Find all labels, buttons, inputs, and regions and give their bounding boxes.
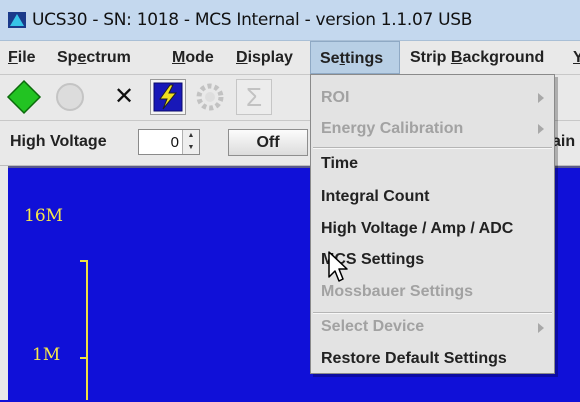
menu-item-select-device[interactable]: Select Device [321,318,424,336]
gain-label-partial: ain [552,133,576,150]
start-button[interactable] [6,79,42,115]
spinner-down-icon[interactable]: ▼ [183,142,199,154]
submenu-arrow-icon [538,323,544,333]
off-button[interactable]: Off [228,129,308,156]
y-axis [86,260,88,400]
y-label-1m: 1M [32,345,61,365]
menu-item-roi[interactable]: ROI [321,89,349,107]
start-diamond-icon [6,79,42,115]
menu-item-mossbauer-settings[interactable]: Mossbauer Settings [321,283,473,301]
plot-left-border [0,166,8,400]
menu-item-energy-calibration[interactable]: Energy Calibration [321,120,463,138]
menu-bar: File Spectrum Mode Display Settings Stri… [0,41,580,75]
high-voltage-spinner[interactable]: 0 ▲ ▼ [138,129,200,155]
sigma-disabled-icon: Σ [245,82,263,112]
menu-item-restore-default-settings[interactable]: Restore Default Settings [321,350,507,368]
stop-circle-icon [56,83,84,111]
menu-overflow[interactable]: Y [573,41,580,74]
high-voltage-value: 0 [170,134,179,151]
menu-item-high-voltage-amp-adc[interactable]: High Voltage / Amp / ADC [321,220,513,238]
clear-button[interactable]: ✕ [106,79,142,115]
sum-button[interactable]: Σ [236,79,272,115]
high-voltage-icon [153,82,183,112]
stop-button[interactable] [52,79,88,115]
spinner-up-icon[interactable]: ▲ [183,130,199,142]
menu-settings[interactable]: Settings [310,41,400,74]
menu-mode[interactable]: Mode [172,41,214,74]
window-title: UCS30 - SN: 1018 - MCS Internal - versio… [32,10,473,30]
spinner-arrows[interactable]: ▲ ▼ [182,130,199,154]
menu-separator [313,312,552,314]
y-tick-1m [80,357,86,359]
gear-button[interactable] [192,79,228,115]
app-logo-icon [8,12,26,28]
title-bar: UCS30 - SN: 1018 - MCS Internal - versio… [0,0,580,41]
high-voltage-button[interactable] [150,79,186,115]
y-label-16m: 16M [24,206,64,226]
menu-separator [313,147,552,149]
menu-spectrum[interactable]: Spectrum [57,41,131,74]
menu-file[interactable]: File [8,41,36,74]
menu-item-time[interactable]: Time [321,155,358,173]
gear-disabled-icon [196,83,224,111]
submenu-arrow-icon [538,124,544,134]
submenu-arrow-icon [538,93,544,103]
high-voltage-label: High Voltage [10,133,107,150]
menu-strip-background[interactable]: Strip Background [410,41,544,74]
menu-display[interactable]: Display [236,41,293,74]
y-tick-16m [80,260,86,262]
menu-item-integral-count[interactable]: Integral Count [321,188,429,206]
clear-x-icon: ✕ [113,83,135,110]
mouse-cursor-icon [328,251,348,282]
settings-menu: ROI Energy Calibration Time Integral Cou… [310,74,555,374]
